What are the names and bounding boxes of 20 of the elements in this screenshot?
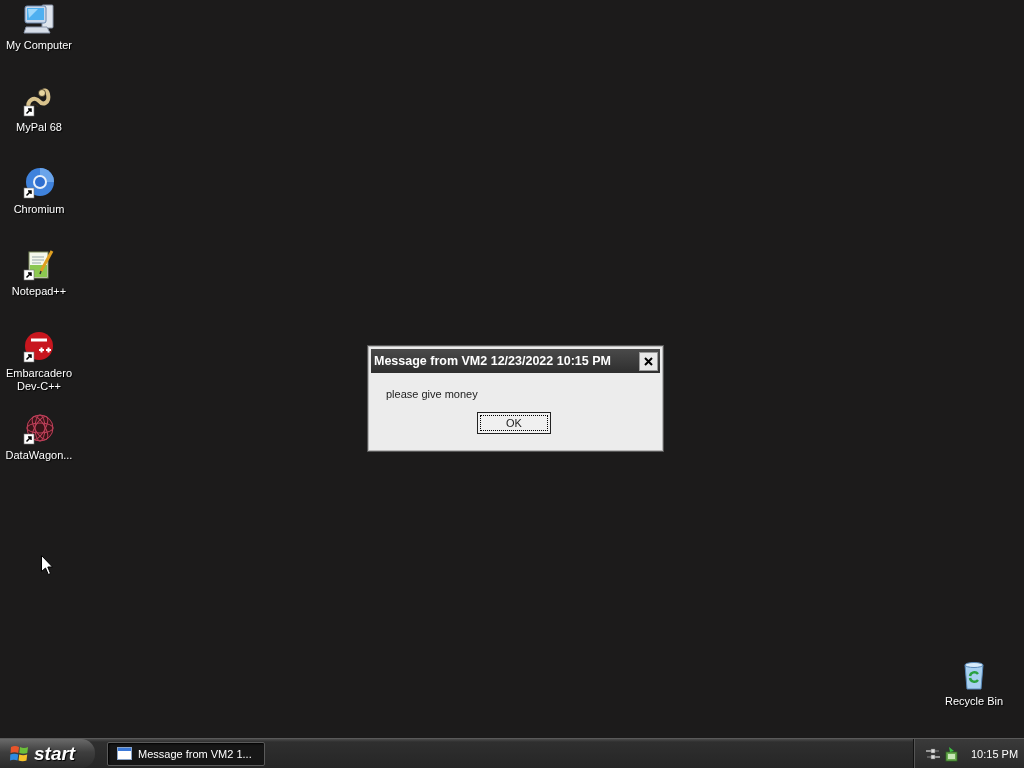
flag-icon: [10, 744, 29, 763]
close-icon: [644, 356, 653, 366]
dialog-message: please give money: [386, 387, 478, 401]
desktop-icon[interactable]: Chromium: [13, 167, 65, 216]
start-button[interactable]: start: [0, 739, 95, 768]
close-button[interactable]: [639, 351, 658, 371]
desktop-icon[interactable]: Recycle Bin: [944, 659, 1004, 708]
desktop-icon[interactable]: My Computer: [6, 3, 72, 52]
dialog-title: Message from VM2 12/23/2022 10:15 PM: [374, 354, 611, 368]
clock: 10:15 PM: [971, 747, 1019, 760]
device-arrow-icon[interactable]: [944, 745, 960, 762]
desktop-icon[interactable]: MyPal 68: [16, 85, 62, 134]
desktop-icon[interactable]: DataWagon...: [5, 413, 73, 462]
ok-button[interactable]: OK: [477, 412, 551, 434]
cable-plug-icon[interactable]: [925, 745, 941, 762]
taskbar-button[interactable]: Message from VM2 1...: [107, 741, 265, 766]
desktop-icon[interactable]: Notepad++: [11, 249, 67, 298]
desktop-icon[interactable]: Embarcadero Dev-C++: [0, 331, 78, 393]
window-icon: [117, 747, 132, 760]
cursor-arrow-icon: [41, 555, 53, 575]
